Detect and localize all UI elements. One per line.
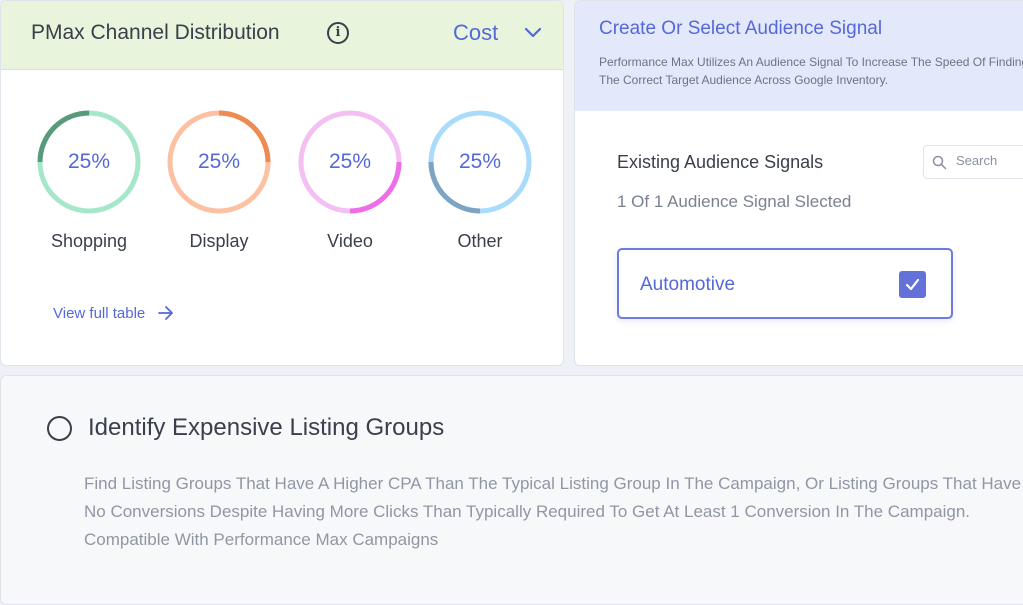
listing-groups-card: Identify Expensive Listing Groups Find L… bbox=[0, 375, 1023, 605]
donut-shopping: 25% bbox=[36, 109, 142, 215]
channel-distribution-card: PMax Channel Distribution i Cost 25% Sho… bbox=[0, 0, 564, 366]
metric-dropdown-value[interactable]: Cost bbox=[453, 20, 498, 46]
donut-percent: 25% bbox=[328, 150, 372, 173]
donut-percent: 25% bbox=[67, 150, 111, 173]
listing-groups-radio[interactable] bbox=[47, 416, 72, 441]
listing-groups-description: Find Listing Groups That Have A Higher C… bbox=[84, 474, 1022, 549]
donut-other: 25% bbox=[427, 109, 533, 215]
chevron-down-icon[interactable] bbox=[523, 25, 543, 39]
checkmark-icon bbox=[905, 278, 920, 291]
audience-signal-card: Create Or Select Audience Signal Perform… bbox=[574, 0, 1023, 366]
donut-label-display: Display bbox=[189, 231, 249, 251]
donut-label-shopping: Shopping bbox=[50, 231, 128, 251]
search-icon bbox=[932, 155, 947, 170]
donut-percent: 25% bbox=[458, 150, 502, 173]
audience-card-header: Create Or Select Audience Signal Perform… bbox=[575, 1, 1023, 111]
listing-groups-title: Identify Expensive Listing Groups bbox=[88, 414, 445, 441]
existing-signals-heading: Existing Audience Signals bbox=[617, 152, 824, 172]
donut-display: 25% bbox=[166, 109, 272, 215]
donut-video: 25% bbox=[297, 109, 403, 215]
audience-card-description: Performance Max Utilizes An Audience Sig… bbox=[599, 55, 1023, 87]
audience-option-label: Automotive bbox=[640, 274, 736, 295]
channel-card-header: PMax Channel Distribution i Cost bbox=[1, 1, 563, 70]
search-input[interactable] bbox=[954, 152, 1023, 169]
donut-percent: 25% bbox=[197, 150, 241, 173]
arrow-right-icon bbox=[158, 306, 174, 320]
audience-option-automotive[interactable]: Automotive bbox=[617, 248, 953, 319]
donut-label-other: Other bbox=[457, 231, 503, 251]
checkbox-checked[interactable] bbox=[899, 271, 926, 298]
channel-card-title: PMax Channel Distribution bbox=[31, 21, 280, 44]
donut-label-video: Video bbox=[327, 231, 373, 251]
info-icon[interactable]: i bbox=[327, 22, 349, 44]
view-full-table-link[interactable]: View full table bbox=[53, 305, 175, 322]
search-box[interactable] bbox=[923, 145, 1023, 179]
selected-count-text: 1 Of 1 Audience Signal Slected bbox=[617, 192, 852, 211]
audience-card-title: Create Or Select Audience Signal bbox=[599, 18, 883, 39]
view-full-table-label: View full table bbox=[53, 305, 146, 322]
